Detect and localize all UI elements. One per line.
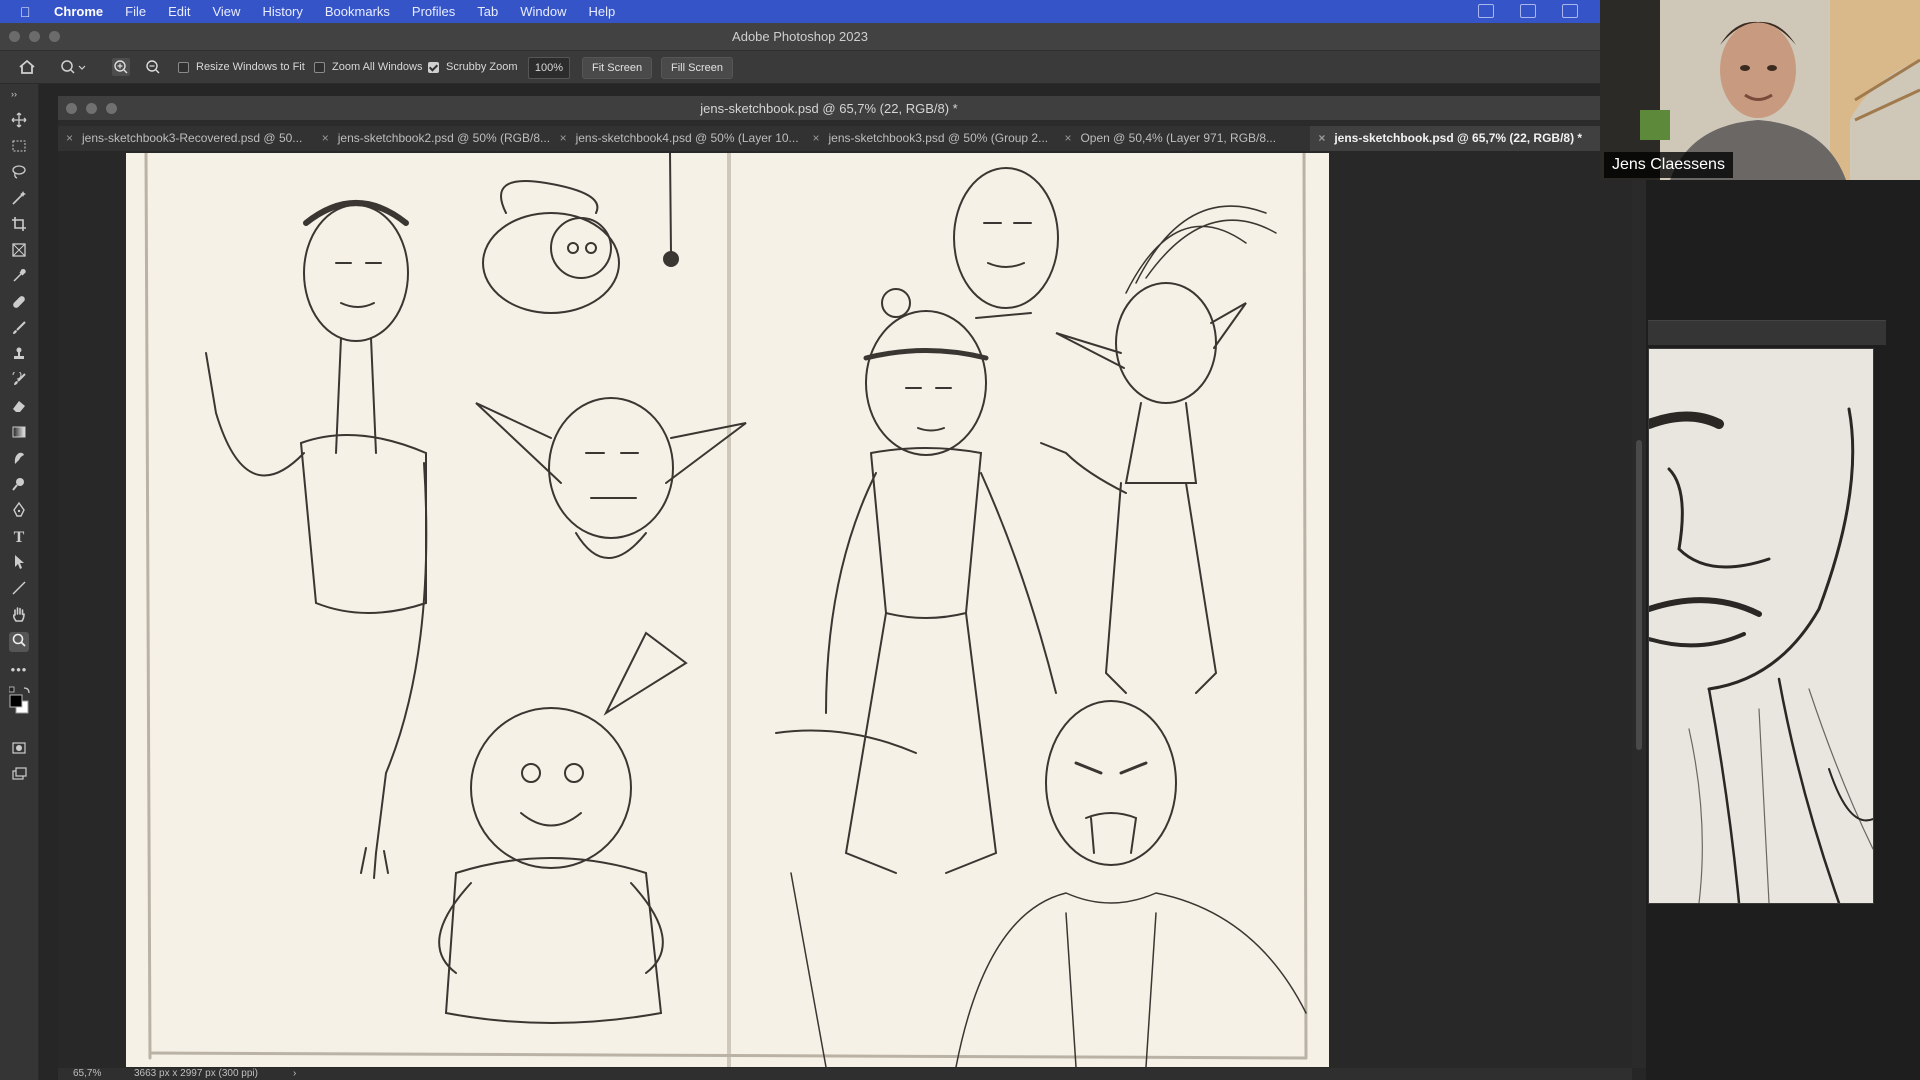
app-title: Adobe Photoshop 2023 — [732, 29, 868, 44]
menu-chrome[interactable]: Chrome — [54, 4, 103, 19]
menu-profiles[interactable]: Profiles — [412, 4, 455, 19]
status-document-info: 3663 px x 2997 px (300 ppi) — [134, 1068, 258, 1079]
sketchbook-canvas[interactable] — [126, 153, 1329, 1067]
smudge-tool-icon[interactable] — [9, 450, 29, 470]
tray-icon[interactable] — [1562, 4, 1578, 18]
zoom-percentage-field[interactable]: 100% — [528, 57, 570, 79]
dodge-tool-icon[interactable] — [9, 476, 29, 496]
close-icon[interactable]: × — [1064, 126, 1071, 151]
menu-bookmarks[interactable]: Bookmarks — [325, 4, 390, 19]
fill-screen-button[interactable]: Fill Screen — [661, 57, 733, 79]
tab-label: jens-sketchbook4.psd @ 50% (Layer 10... — [575, 131, 799, 145]
document-tab[interactable]: × Open @ 50,4% (Layer 971, RGB/8... — [1056, 126, 1310, 151]
checkbox-box[interactable] — [178, 61, 189, 73]
fit-screen-button[interactable]: Fit Screen — [582, 57, 653, 79]
menu-window[interactable]: Window — [520, 4, 566, 19]
menu-edit[interactable]: Edit — [168, 4, 190, 19]
menu-history[interactable]: History — [262, 4, 302, 19]
checkbox-box-checked[interactable] — [428, 61, 439, 73]
status-zoom[interactable]: 65,7% — [73, 1068, 101, 1080]
pen-tool-icon[interactable] — [9, 501, 29, 522]
zoom-out-icon[interactable] — [144, 51, 162, 83]
tab-label: Open @ 50,4% (Layer 971, RGB/8... — [1080, 131, 1277, 145]
checkbox-box[interactable] — [314, 61, 325, 73]
scrubby-zoom-label: Scrubby Zoom — [446, 61, 518, 73]
crop-tool-icon[interactable] — [9, 216, 29, 236]
zoom-all-windows-label: Zoom All Windows — [332, 61, 423, 73]
type-tool-icon[interactable]: T — [9, 528, 29, 548]
history-brush-tool-icon[interactable] — [9, 370, 29, 392]
healing-brush-tool-icon[interactable] — [9, 294, 29, 314]
document-title: jens-sketchbook.psd @ 65,7% (22, RGB/8) … — [700, 101, 958, 116]
close-icon[interactable]: × — [560, 126, 567, 151]
eraser-tool-icon[interactable] — [9, 398, 29, 418]
screen-mode-icon[interactable] — [9, 766, 29, 786]
menubar-tray — [1478, 4, 1620, 18]
quick-mask-icon[interactable] — [9, 740, 29, 760]
document-tab-active[interactable]: × jens-sketchbook.psd @ 65,7% (22, RGB/8)… — [1310, 126, 1600, 151]
resize-windows-checkbox[interactable]: Resize Windows to Fit — [178, 51, 305, 83]
sketch-drawings — [144, 153, 1308, 1067]
tools-panel: ›› T ••• — [0, 84, 39, 1080]
eyedropper-tool-icon[interactable] — [9, 268, 29, 288]
gradient-tool-icon[interactable] — [9, 424, 29, 444]
home-icon[interactable] — [18, 51, 36, 83]
zoom-in-icon[interactable] — [112, 51, 130, 83]
menu-view[interactable]: View — [212, 4, 240, 19]
scrubby-zoom-checkbox[interactable]: Scrubby Zoom — [428, 51, 518, 83]
zoom-all-windows-checkbox[interactable]: Zoom All Windows — [314, 51, 422, 83]
document-tabs: × jens-sketchbook3-Recovered.psd @ 50... … — [58, 126, 1600, 151]
close-icon[interactable]: × — [322, 126, 329, 151]
document-tab[interactable]: × jens-sketchbook2.psd @ 50% (RGB/8... — [314, 126, 552, 151]
line-tool-icon[interactable] — [9, 580, 29, 600]
zoom-tool-icon[interactable] — [9, 632, 29, 652]
frame-tool-icon[interactable] — [9, 242, 29, 262]
close-icon[interactable]: × — [812, 126, 819, 151]
move-tool-icon[interactable] — [9, 112, 29, 132]
tab-label: jens-sketchbook.psd @ 65,7% (22, RGB/8) … — [1334, 131, 1583, 145]
reference-image[interactable] — [1648, 348, 1874, 904]
options-bar: Resize Windows to Fit Zoom All Windows S… — [0, 51, 1600, 84]
panel-header — [1648, 320, 1886, 345]
document-tab[interactable]: × jens-sketchbook4.psd @ 50% (Layer 10... — [552, 126, 805, 151]
brush-tool-icon[interactable] — [9, 320, 29, 340]
status-bar: 65,7% 3663 px x 2997 px (300 ppi) › — [58, 1068, 1632, 1080]
panel-collapse-icon[interactable]: ›› — [4, 84, 24, 104]
status-chevron-icon[interactable]: › — [293, 1068, 296, 1080]
menu-file[interactable]: File — [125, 4, 146, 19]
document-tab[interactable]: × jens-sketchbook3-Recovered.psd @ 50... — [58, 126, 314, 151]
resize-windows-label: Resize Windows to Fit — [196, 61, 305, 73]
tray-icon[interactable] — [1520, 4, 1536, 18]
lasso-tool-icon[interactable] — [9, 164, 29, 184]
magic-wand-tool-icon[interactable] — [9, 190, 29, 210]
webcam-feed: Jens Claessens — [1600, 0, 1920, 180]
more-tools-icon[interactable]: ••• — [9, 660, 29, 680]
scrollbar-thumb[interactable] — [1636, 440, 1642, 750]
webcam-name-label: Jens Claessens — [1604, 152, 1733, 178]
color-swatches-icon[interactable] — [8, 686, 30, 716]
tab-label: jens-sketchbook3-Recovered.psd @ 50... — [82, 131, 303, 145]
zoom-tool-preset-icon[interactable] — [60, 51, 86, 83]
close-icon[interactable]: × — [1318, 126, 1325, 151]
apple-icon[interactable]:  — [20, 4, 38, 20]
document-titlebar: jens-sketchbook.psd @ 65,7% (22, RGB/8) … — [58, 96, 1600, 121]
app-titlebar: Adobe Photoshop 2023 — [0, 23, 1600, 51]
menu-help[interactable]: Help — [589, 4, 616, 19]
marquee-tool-icon[interactable] — [9, 138, 29, 158]
menu-tab[interactable]: Tab — [477, 4, 498, 19]
clone-stamp-tool-icon[interactable] — [9, 346, 29, 366]
close-icon[interactable]: × — [66, 126, 73, 151]
document-tab[interactable]: × jens-sketchbook3.psd @ 50% (Group 2... — [804, 126, 1056, 151]
tab-label: jens-sketchbook3.psd @ 50% (Group 2... — [828, 131, 1049, 145]
tray-icon[interactable] — [1478, 4, 1494, 18]
tab-label: jens-sketchbook2.psd @ 50% (RGB/8... — [337, 131, 551, 145]
reference-sketch — [1649, 407, 1873, 903]
hand-tool-icon[interactable] — [9, 606, 29, 626]
path-selection-tool-icon[interactable] — [9, 554, 29, 574]
